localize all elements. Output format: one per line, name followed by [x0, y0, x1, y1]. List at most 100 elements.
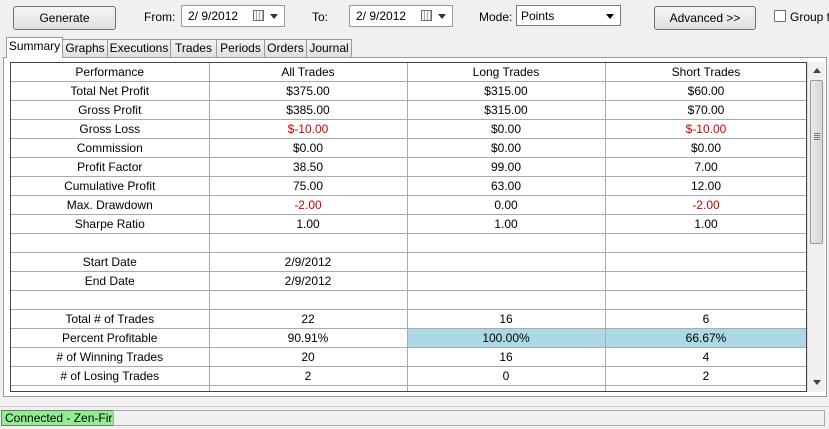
row-label: Cumulative Profit [11, 176, 210, 196]
table-cell: $0.00 [208, 138, 408, 158]
from-date-value: 2/ 9/2012 [188, 9, 239, 23]
table-cell [406, 233, 606, 253]
table-cell [406, 271, 606, 291]
grip-line [814, 135, 820, 136]
table-cell [406, 385, 606, 391]
table-cell: 6 [604, 309, 806, 329]
row-label [11, 233, 210, 253]
calendar-icon[interactable] [253, 10, 264, 21]
tab-journal[interactable]: Journal [306, 39, 352, 57]
table-row[interactable]: Cumulative Profit 75.00 63.00 12.00 [11, 176, 806, 196]
table-cell: 2/9/2012 [208, 271, 408, 291]
mode-select[interactable]: Points [516, 5, 621, 26]
group-checkbox[interactable] [774, 10, 786, 22]
table-row[interactable]: Max. Drawdown -2.00 0.00 -2.00 [11, 195, 806, 215]
performance-grid[interactable]: Performance All Trades Long Trades Short Tr… [10, 62, 807, 392]
table-cell [604, 290, 806, 310]
table-cell: 66.67% [604, 328, 806, 348]
table-row[interactable]: Commission $0.00 $0.00 $0.00 [11, 138, 806, 158]
advanced-button[interactable]: Advanced >> [654, 6, 756, 30]
table-cell: $60.00 [604, 81, 806, 101]
row-label: # of Losing Trades [11, 366, 210, 386]
column-header[interactable]: Short Trades [604, 63, 806, 82]
table-cell: $-10.00 [208, 119, 408, 139]
grip-line [814, 139, 820, 140]
table-cell [604, 385, 806, 391]
table-cell [604, 252, 806, 272]
table-row[interactable]: Total # of Trades 22 16 6 [11, 309, 806, 329]
tab-trades[interactable]: Trades [170, 39, 217, 57]
vertical-scrollbar[interactable] [807, 62, 825, 392]
column-header[interactable]: All Trades [208, 63, 408, 82]
row-label: Profit Factor [11, 157, 210, 177]
scroll-down-icon[interactable] [813, 380, 821, 385]
row-label: Percent Profitable [11, 328, 210, 348]
table-cell [604, 233, 806, 253]
from-date-picker[interactable]: 2/ 9/2012 [181, 5, 285, 27]
tab-orders[interactable]: Orders [264, 39, 307, 57]
scrollbar-thumb[interactable] [810, 80, 823, 244]
table-cell: 1.00 [604, 214, 806, 234]
table-row[interactable] [11, 290, 806, 310]
table-cell: 99.00 [406, 157, 606, 177]
table-cell [406, 252, 606, 272]
table-cell [406, 290, 606, 310]
table-cell: 12.00 [604, 176, 806, 196]
tab-periods[interactable]: Periods [216, 39, 265, 57]
column-header[interactable]: Long Trades [406, 63, 606, 82]
table-cell: 7.00 [604, 157, 806, 177]
row-label [11, 290, 210, 310]
row-label [11, 385, 210, 391]
table-row[interactable]: Profit Factor 38.50 99.00 7.00 [11, 157, 806, 177]
generate-button[interactable]: Generate [13, 6, 116, 30]
header-row: Performance All Trades Long Trades Short Tr… [11, 63, 806, 82]
table-row[interactable] [11, 233, 806, 253]
table-row[interactable]: Total Net Profit $375.00 $315.00 $60.00 [11, 81, 806, 101]
table-row[interactable]: Gross Profit $385.00 $315.00 $70.00 [11, 100, 806, 120]
table-cell: 16 [406, 309, 606, 329]
table-row[interactable]: # of Winning Trades 20 16 4 [11, 347, 806, 367]
group-label: Group t [790, 10, 829, 24]
table-row[interactable]: End Date 2/9/2012 [11, 271, 806, 291]
table-row[interactable]: Start Date 2/9/2012 [11, 252, 806, 272]
row-label: Gross Profit [11, 100, 210, 120]
row-label: Commission [11, 138, 210, 158]
status-panel [113, 410, 825, 426]
table-row[interactable]: Sharpe Ratio 1.00 1.00 1.00 [11, 214, 806, 234]
table-cell: $70.00 [604, 100, 806, 120]
grip-line [814, 133, 820, 134]
row-label: Max. Drawdown [11, 195, 210, 215]
chevron-down-icon[interactable] [438, 14, 446, 19]
performance-table: Performance All Trades Long Trades Short Tr… [11, 63, 806, 391]
chevron-down-icon[interactable] [270, 14, 278, 19]
row-label: Gross Loss [11, 119, 210, 139]
table-cell: 20 [208, 347, 408, 367]
column-header[interactable]: Performance [11, 63, 210, 82]
table-cell: 2 [604, 366, 806, 386]
table-cell: -2.00 [604, 195, 806, 215]
tab-executions[interactable]: Executions [107, 39, 171, 57]
table-cell: $375.00 [208, 81, 408, 101]
table-cell: 75.00 [208, 176, 408, 196]
table-cell: 0 [406, 366, 606, 386]
table-cell: 100.00% [406, 328, 606, 348]
table-cell: 2/9/2012 [208, 252, 408, 272]
scroll-up-icon[interactable] [813, 68, 821, 73]
row-label: End Date [11, 271, 210, 291]
table-row[interactable]: # of Losing Trades 2 0 2 [11, 366, 806, 386]
to-date-picker[interactable]: 2/ 9/2012 [349, 5, 453, 27]
table-cell [208, 233, 408, 253]
table-cell: 0.00 [406, 195, 606, 215]
table-row[interactable]: Gross Loss $-10.00 $0.00 $-10.00 [11, 119, 806, 139]
table-cell: $0.00 [604, 138, 806, 158]
table-row[interactable] [11, 385, 806, 391]
table-cell: 90.91% [208, 328, 408, 348]
calendar-icon[interactable] [421, 10, 432, 21]
chevron-down-icon[interactable] [606, 14, 614, 19]
row-label: Total # of Trades [11, 309, 210, 329]
table-cell: $315.00 [406, 100, 606, 120]
tab-graphs[interactable]: Graphs [62, 39, 108, 57]
table-row[interactable]: Percent Profitable 90.91% 100.00% 66.67% [11, 328, 806, 348]
tab-summary[interactable]: Summary [6, 37, 63, 58]
row-label: Total Net Profit [11, 81, 210, 101]
